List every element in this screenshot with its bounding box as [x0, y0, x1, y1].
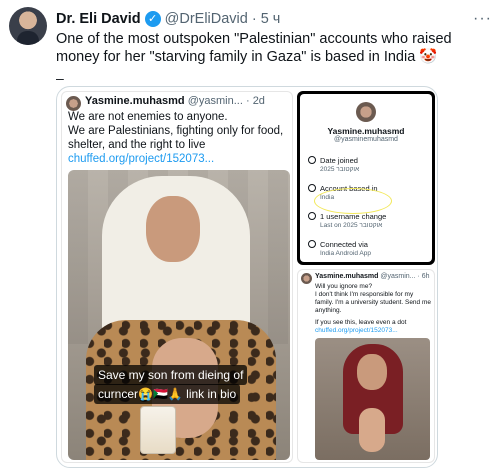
tweet[interactable]: Dr. Eli David ✓ @DrEliDavid · 5 ч ··· On…: [0, 0, 500, 471]
post-link: chuffed.org/project/152073...: [68, 153, 215, 165]
reply-photo-face: [357, 354, 387, 390]
reply-line-3: If you see this, leave even a dot: [315, 319, 407, 326]
reply-photo-baby: [359, 408, 385, 452]
post-line-1: We are not enemies to anyone.: [68, 111, 228, 123]
reply-author: Yasmine.muhasmd: [315, 273, 379, 280]
author-handle[interactable]: @DrEliDavid: [165, 11, 248, 27]
photo-caption-line-2: curncer😭🇸🇩🙏 link in bio: [94, 384, 241, 404]
reply-avatar: [301, 273, 312, 284]
tweet-header: Dr. Eli David ✓ @DrEliDavid · 5 ч: [56, 9, 280, 29]
row-label: Date joined: [320, 156, 358, 165]
post-header: Yasmine.muhasmd @yasmin... · 2d: [85, 95, 265, 107]
screenshot-profile-info: Yasmine.muhasmd @yasminemuhasmd Date joi…: [297, 91, 435, 265]
screenshot-reply-post: Yasmine.muhasmd @yasmin... · 6h Will you…: [297, 269, 435, 463]
connected-icon: [308, 240, 316, 248]
reply-link: chuffed.org/project/152073...: [315, 327, 398, 334]
profile-avatar: [356, 102, 376, 122]
reply-photo: [315, 338, 430, 460]
post-time: · 2d: [245, 95, 265, 107]
post-line-2: We are Palestinians, fighting only for f…: [68, 125, 284, 151]
reply-time: · 6h: [417, 273, 430, 280]
reply-line-1: Will you ignore me?: [315, 283, 373, 290]
tweet-text: One of the most outspoken "Palestinian" …: [56, 31, 452, 65]
post-text: We are not enemies to anyone. We are Pal…: [68, 110, 292, 166]
tweet-media[interactable]: Yasmine.muhasmd @yasmin... · 2d We are n…: [56, 86, 438, 468]
highlight-circle: [314, 188, 392, 214]
reply-text: Will you ignore me? I don't think I'm re…: [315, 283, 433, 335]
row-sub: India Android App: [320, 250, 371, 257]
separator: ·: [251, 11, 257, 27]
post-avatar: [66, 96, 81, 111]
author-avatar[interactable]: [9, 7, 47, 45]
calendar-icon: [308, 156, 316, 164]
row-label: Connected via: [320, 240, 368, 249]
row-label: 1 username change: [320, 212, 387, 221]
photo-caption-line-1: Save my son from dieing of: [94, 365, 248, 385]
profile-name: Yasmine.muhasmd: [327, 126, 405, 136]
post-author: Yasmine.muhasmd: [85, 95, 185, 107]
screenshot-original-post: Yasmine.muhasmd @yasmin... · 2d We are n…: [61, 91, 293, 463]
reply-line-2: I don't think I'm responsible for my fam…: [315, 291, 432, 314]
profile-handle: @yasminemuhasmd: [334, 136, 398, 143]
post-photo: Save my son from dieing of curncer😭🇸🇩🙏 l…: [68, 170, 290, 460]
location-icon: [308, 184, 316, 192]
row-sub: 2025 אוקטובר: [320, 166, 360, 173]
timestamp[interactable]: 5 ч: [261, 11, 281, 27]
row-sub: Last on 2025 אוקטובר: [320, 222, 383, 229]
at-icon: [308, 212, 316, 220]
verified-badge-icon: ✓: [144, 11, 161, 27]
photo-face: [146, 196, 200, 262]
post-handle: @yasmin...: [187, 95, 243, 107]
tweet-dash: –: [56, 70, 64, 86]
author-name[interactable]: Dr. Eli David: [56, 11, 141, 27]
profile-card: Yasmine.muhasmd @yasminemuhasmd Date joi…: [300, 94, 432, 262]
reply-header: Yasmine.muhasmd @yasmin... · 6h: [315, 273, 430, 280]
photo-can: [140, 406, 176, 454]
reply-handle: @yasmin...: [380, 273, 416, 280]
more-options-icon[interactable]: ···: [473, 10, 492, 28]
